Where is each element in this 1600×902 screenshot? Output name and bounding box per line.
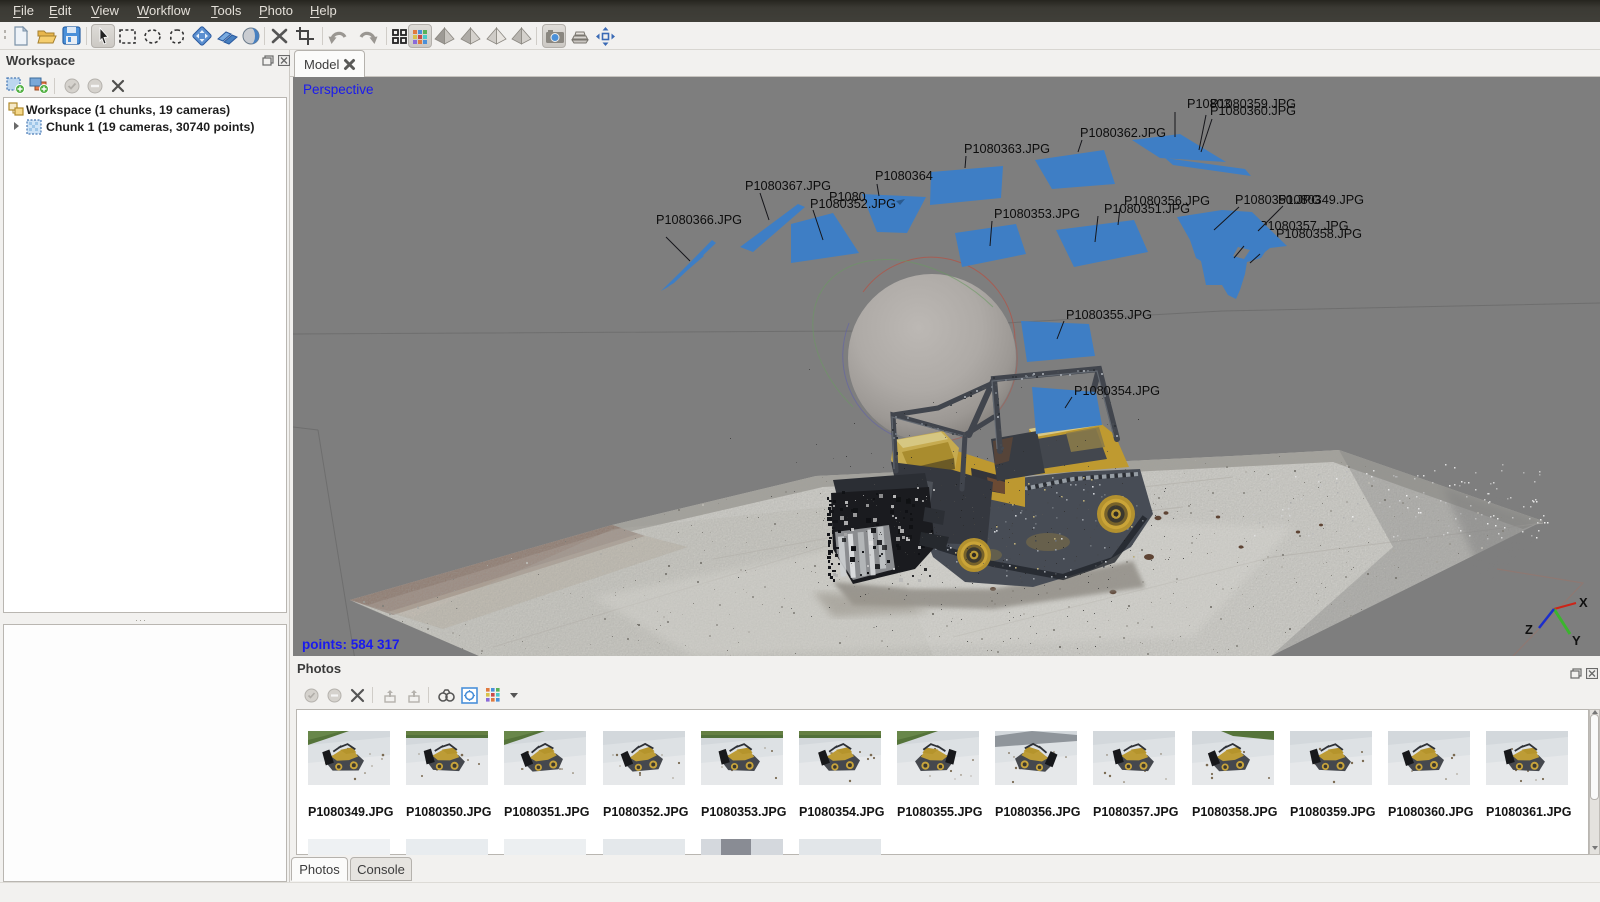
svg-text:Z: Z (1525, 622, 1533, 637)
svg-text:P1080362.JPG: P1080362.JPG (1080, 126, 1166, 140)
svg-text:P1080353.JPG: P1080353.JPG (994, 207, 1080, 221)
svg-text:P1080352.JPG: P1080352.JPG (810, 197, 896, 211)
svg-text:P1080360.JPG: P1080360.JPG (1210, 104, 1296, 118)
svg-text:points: 584 317: points: 584 317 (302, 637, 400, 652)
svg-text:P1080363.JPG: P1080363.JPG (964, 142, 1050, 156)
svg-text:X: X (1579, 595, 1588, 610)
svg-text:Y: Y (1572, 633, 1581, 648)
svg-text:P1080364: P1080364 (875, 169, 933, 183)
svg-text:P1080358.JPG: P1080358.JPG (1276, 227, 1362, 241)
svg-text:P1080355.JPG: P1080355.JPG (1066, 308, 1152, 322)
svg-text:P1080349.JPG: P1080349.JPG (1278, 193, 1364, 207)
svg-text:P1080367.JPG: P1080367.JPG (745, 179, 831, 193)
svg-text:Perspective: Perspective (303, 82, 374, 97)
svg-text:P1080354.JPG: P1080354.JPG (1074, 384, 1160, 398)
svg-text:P1080366.JPG: P1080366.JPG (656, 213, 742, 227)
svg-text:P1080351.JPG: P1080351.JPG (1104, 202, 1190, 216)
